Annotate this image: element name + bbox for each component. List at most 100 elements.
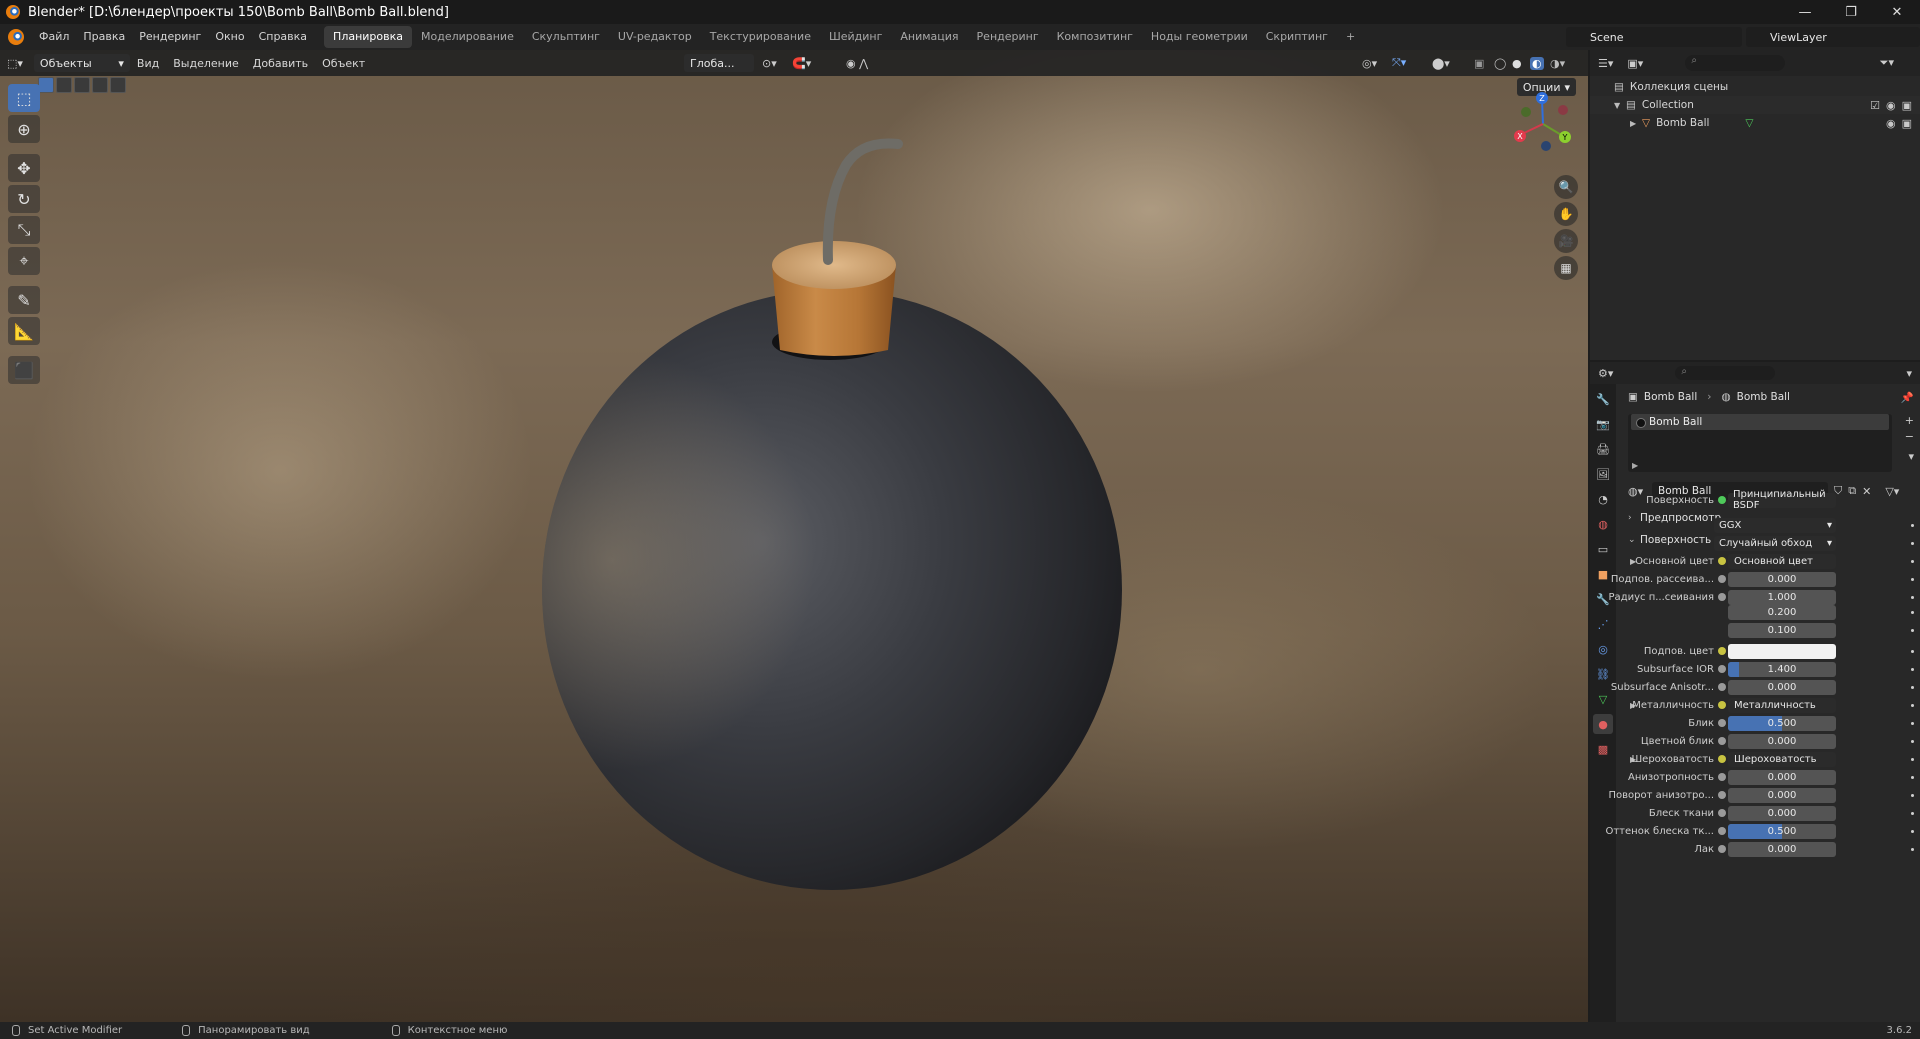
maximize-button[interactable]: ❐ [1828, 0, 1874, 24]
navigation-gizmo[interactable]: Z Y X [1508, 84, 1578, 154]
blender-menu-icon[interactable] [8, 29, 24, 45]
socket-icon[interactable] [1718, 557, 1726, 565]
camera-render-icon[interactable]: ▣ [1902, 99, 1912, 112]
socket-icon[interactable] [1718, 773, 1726, 781]
pivot-icon[interactable]: ⊙▾ [762, 57, 777, 70]
view-layer-tab-icon[interactable]: 🖼 [1593, 464, 1613, 484]
tab-geometry-nodes[interactable]: Ноды геометрии [1142, 26, 1257, 48]
menu-view[interactable]: Вид [130, 57, 166, 70]
render-tab-icon[interactable]: 📷 [1593, 414, 1613, 434]
tab-layout[interactable]: Планировка [324, 26, 413, 48]
value-field[interactable]: 1.400 [1728, 661, 1836, 677]
tab-animation[interactable]: Анимация [891, 26, 967, 48]
shading-wireframe-icon[interactable]: ◯ [1494, 57, 1506, 70]
tab-shading[interactable]: Шейдинг [820, 26, 891, 48]
linked-input-field[interactable]: Шероховатость [1728, 751, 1836, 767]
expand-arrow-icon[interactable]: ▼ [1614, 101, 1626, 110]
keyframe-dot-icon[interactable] [1911, 775, 1914, 779]
value-field[interactable]: 0.000 [1728, 733, 1836, 749]
close-button[interactable]: ✕ [1874, 0, 1920, 24]
menu-select[interactable]: Выделение [166, 57, 246, 70]
tool-tab-icon[interactable]: 🔧 [1593, 389, 1613, 409]
texture-tab-icon[interactable]: ▩ [1593, 739, 1613, 759]
keyframe-dot-icon[interactable] [1911, 595, 1914, 599]
socket-icon[interactable] [1718, 755, 1726, 763]
editor-type-icon[interactable]: ⚙▾ [1598, 367, 1613, 380]
minimize-button[interactable]: — [1782, 0, 1828, 24]
subsurface-method-select[interactable]: Случайный обход ▾ [1714, 535, 1836, 551]
socket-icon[interactable] [1718, 683, 1726, 691]
keyframe-dot-icon[interactable] [1911, 685, 1914, 689]
view-layer-selector[interactable]: ViewLayer [1746, 27, 1920, 47]
value-field[interactable]: 0.000 [1728, 769, 1836, 785]
value-field[interactable]: 1.000 [1728, 589, 1836, 605]
mode-dropdown[interactable]: Объекты ▾ [33, 54, 130, 72]
value-field[interactable]: 0.000 [1728, 805, 1836, 821]
transform-orientation-dropdown[interactable]: Глоба... [684, 54, 754, 72]
socket-icon[interactable] [1718, 791, 1726, 799]
scene-tab-icon[interactable]: ◔ [1593, 489, 1613, 509]
menu-edit[interactable]: Правка [76, 24, 132, 50]
tab-scripting[interactable]: Скриптинг [1257, 26, 1337, 48]
socket-icon[interactable] [1718, 827, 1726, 835]
shading-material-icon[interactable]: ◐ [1530, 56, 1544, 70]
eye-icon[interactable]: ◉ [1886, 99, 1896, 112]
eye-icon[interactable]: ◉ [1886, 117, 1896, 130]
socket-icon[interactable] [1718, 575, 1726, 583]
keyframe-dot-icon[interactable] [1911, 721, 1914, 725]
proportional-edit-icon[interactable]: ◉ ⋀ [846, 57, 868, 70]
measure-tool-icon[interactable]: 📐 [8, 317, 40, 345]
keyframe-dot-icon[interactable] [1911, 649, 1914, 653]
socket-icon[interactable] [1718, 737, 1726, 745]
keyframe-dot-icon[interactable] [1911, 847, 1914, 851]
pan-hand-icon[interactable]: ✋ [1554, 202, 1578, 226]
menu-help[interactable]: Справка [252, 24, 314, 50]
add-workspace-button[interactable]: + [1337, 26, 1364, 48]
visibility-icon[interactable]: ◎▾ [1362, 57, 1377, 70]
physics-tab-icon[interactable]: ◎ [1593, 639, 1613, 659]
value-field[interactable]: 0.000 [1728, 679, 1836, 695]
chevron-down-icon[interactable]: ▾ [1906, 367, 1912, 380]
rotate-tool-icon[interactable]: ↻ [8, 185, 40, 213]
keyframe-dot-icon[interactable] [1911, 541, 1914, 545]
keyframe-dot-icon[interactable] [1911, 628, 1914, 632]
grid-perspective-icon[interactable]: ▦ [1554, 256, 1578, 280]
socket-icon[interactable] [1718, 845, 1726, 853]
properties-search-input[interactable]: ⌕ [1675, 366, 1776, 380]
select-subtract-icon[interactable] [74, 77, 90, 93]
select-extend-icon[interactable] [56, 77, 72, 93]
select-box-tool-icon[interactable]: ⬚ [8, 84, 40, 112]
keyframe-dot-icon[interactable] [1911, 811, 1914, 815]
socket-icon[interactable] [1718, 593, 1726, 601]
tab-uv-editing[interactable]: UV-редактор [609, 26, 701, 48]
keyframe-dot-icon[interactable] [1911, 703, 1914, 707]
surface-shader-select[interactable]: Принципиальный BSDF [1728, 489, 1836, 511]
value-field[interactable]: 0.000 [1728, 571, 1836, 587]
keyframe-dot-icon[interactable] [1911, 523, 1914, 527]
outliner-search-input[interactable]: ⌕ [1685, 55, 1786, 71]
value-field[interactable]: 0.000 [1728, 841, 1836, 857]
overlay-toggle-icon[interactable]: ⬤▾ [1432, 57, 1450, 70]
value-field[interactable]: 0.100 [1728, 622, 1836, 638]
add-cube-tool-icon[interactable]: ⬛ [8, 356, 40, 384]
socket-icon[interactable] [1718, 701, 1726, 709]
menu-render[interactable]: Рендеринг [132, 24, 208, 50]
keyframe-dot-icon[interactable] [1911, 793, 1914, 797]
filter-icon[interactable]: ⏷▾ [1880, 56, 1894, 70]
value-field[interactable]: 0.200 [1728, 604, 1836, 620]
zoom-icon[interactable]: 🔍 [1554, 175, 1578, 199]
outliner-row-bomb-ball[interactable]: ▶ ▽ Bomb Ball ▽ ◉ ▣ [1590, 114, 1920, 132]
value-field[interactable]: 0.500 [1728, 823, 1836, 839]
color-field[interactable] [1728, 643, 1836, 659]
particles-tab-icon[interactable]: ⋰ [1593, 614, 1613, 634]
tab-modeling[interactable]: Моделирование [412, 26, 523, 48]
scene-selector[interactable]: Scene [1566, 27, 1742, 47]
camera-render-icon[interactable]: ▣ [1902, 117, 1912, 130]
xray-icon[interactable]: ▣ [1474, 57, 1484, 70]
menu-window[interactable]: Окно [208, 24, 251, 50]
menu-add[interactable]: Добавить [246, 57, 315, 70]
snap-icon[interactable]: 🧲▾ [792, 57, 811, 70]
keyframe-dot-icon[interactable] [1911, 577, 1914, 581]
expand-arrow-icon[interactable]: ▶ [1630, 119, 1642, 128]
value-field[interactable]: 0.000 [1728, 787, 1836, 803]
